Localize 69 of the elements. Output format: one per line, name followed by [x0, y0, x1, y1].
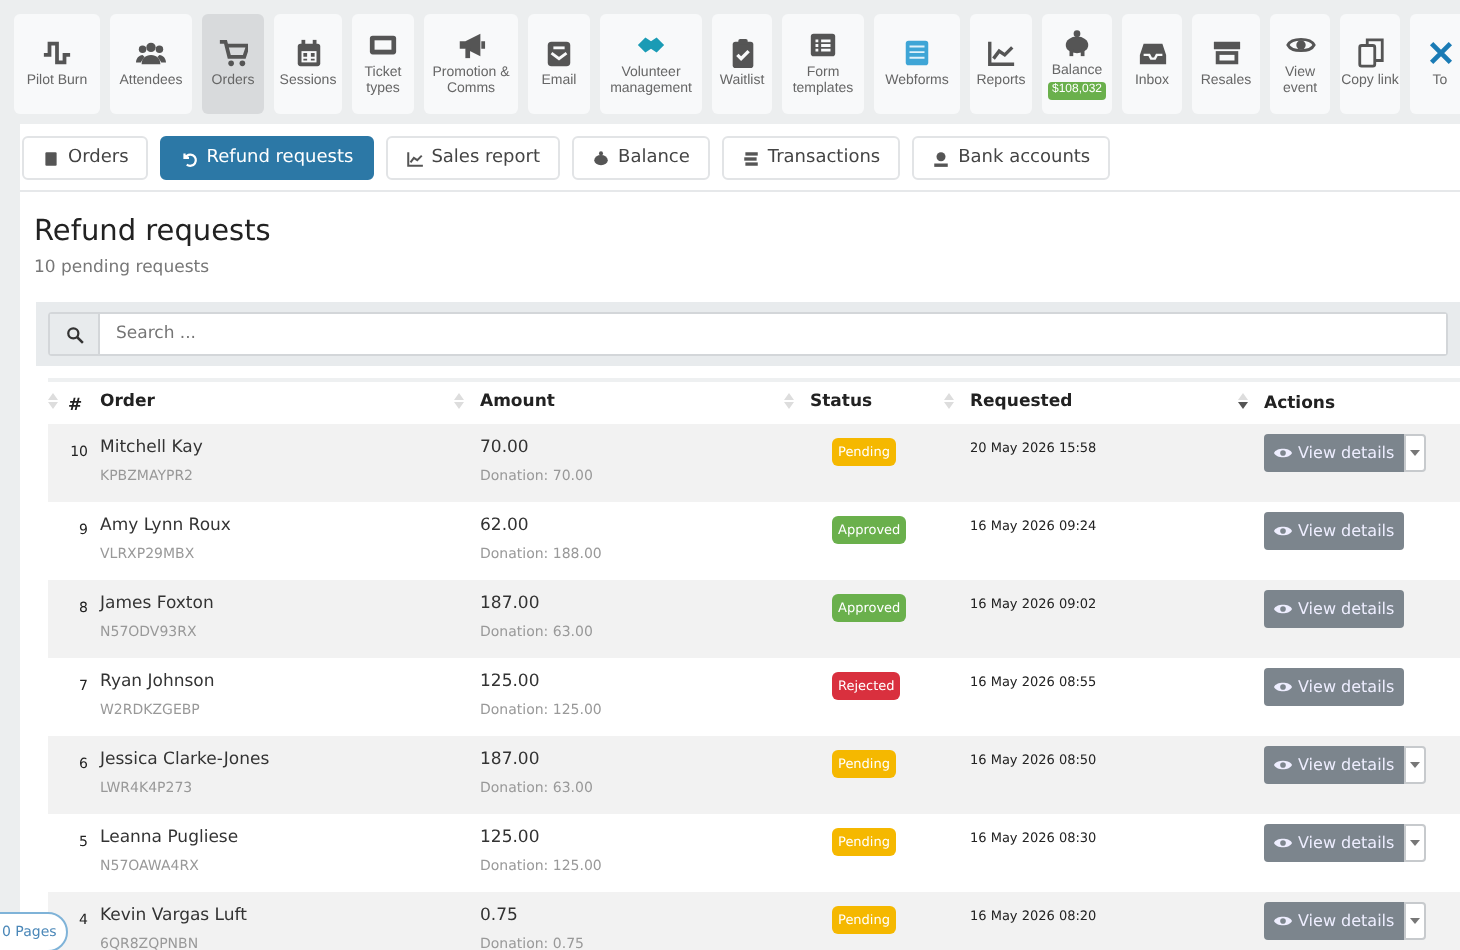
- eye-icon: [1274, 600, 1292, 618]
- storefront-icon: [1211, 37, 1241, 68]
- view-details-button[interactable]: View details: [1264, 434, 1405, 472]
- eye-icon: [1274, 444, 1292, 462]
- column-header[interactable]: Requested: [970, 392, 1073, 412]
- chart-icon: [405, 149, 424, 167]
- column-header[interactable]: Amount: [480, 392, 555, 412]
- eye-icon: [1274, 756, 1292, 774]
- customer-name: Ryan Johnson: [100, 672, 217, 694]
- amount: 187.00: [480, 594, 542, 616]
- column-header[interactable]: Order: [100, 392, 155, 412]
- dropdown-toggle[interactable]: [1404, 434, 1427, 472]
- caret-icon: [1410, 839, 1421, 845]
- people-icon: [136, 37, 166, 68]
- view-details-button[interactable]: View details: [1264, 902, 1405, 940]
- tab[interactable]: Bank accounts: [912, 136, 1111, 180]
- dropdown-toggle[interactable]: [1404, 824, 1427, 862]
- envelope-icon: [544, 37, 574, 68]
- eye-icon: [1274, 678, 1292, 696]
- cart-icon: [218, 37, 248, 68]
- page-title: Refund requests: [34, 216, 273, 248]
- page-subtitle: 10 pending requests: [34, 258, 212, 278]
- tab[interactable]: Sales report: [385, 136, 561, 180]
- clipboard-icon: [727, 37, 757, 68]
- tab[interactable]: Orders: [22, 136, 149, 180]
- dropdown-toggle[interactable]: [1404, 746, 1427, 784]
- eye-icon: [1274, 834, 1292, 852]
- view-details-button[interactable]: View details: [1264, 824, 1405, 862]
- customer-name: Leanna Pugliese: [100, 828, 241, 850]
- dropdown-toggle[interactable]: [1404, 902, 1427, 940]
- amount: 187.00: [480, 750, 542, 772]
- amount: 0.75: [480, 906, 520, 928]
- caret-icon: [1410, 449, 1421, 455]
- stack-icon: [741, 149, 760, 167]
- column-header[interactable]: Status: [810, 392, 873, 412]
- copy-icon: [1355, 37, 1385, 68]
- chart-icon: [986, 37, 1016, 68]
- caret-icon: [1410, 917, 1421, 923]
- sort-icon[interactable]: [1238, 392, 1248, 414]
- view-details-button[interactable]: View details: [1264, 746, 1405, 784]
- cross-icon: [1425, 37, 1455, 68]
- amount: 125.00: [480, 828, 542, 850]
- pulse-icon: [42, 37, 72, 68]
- view-details-button[interactable]: View details: [1264, 668, 1405, 706]
- view-details-button[interactable]: View details: [1264, 590, 1405, 628]
- undo-icon: [180, 149, 199, 167]
- list-icon: [808, 29, 838, 60]
- calendar-icon: [293, 37, 323, 68]
- eye-icon: [1274, 912, 1292, 930]
- tab[interactable]: Balance: [572, 136, 710, 180]
- customer-name: James Foxton: [100, 594, 216, 616]
- customer-name: Jessica Clarke-Jones: [100, 750, 272, 772]
- customer-name: Mitchell Kay: [100, 438, 205, 460]
- search-icon: [65, 325, 83, 343]
- tab[interactable]: Refund requests: [160, 136, 374, 180]
- caret-icon: [1410, 761, 1421, 767]
- eye-icon: [1274, 522, 1292, 540]
- customer-name: Kevin Vargas Luft: [100, 906, 249, 928]
- column-header[interactable]: #: [68, 395, 83, 415]
- amount: 70.00: [480, 438, 531, 460]
- form-icon: [902, 37, 932, 68]
- amount: 125.00: [480, 672, 542, 694]
- amount: 62.00: [480, 516, 531, 538]
- search-field[interactable]: Search ...: [48, 312, 1448, 356]
- megaphone-icon: [456, 29, 486, 60]
- column-header[interactable]: Actions: [1264, 393, 1336, 413]
- tab[interactable]: Transactions: [721, 136, 901, 180]
- customer-name: Amy Lynn Roux: [100, 516, 233, 538]
- view-details-button[interactable]: View details: [1264, 512, 1405, 550]
